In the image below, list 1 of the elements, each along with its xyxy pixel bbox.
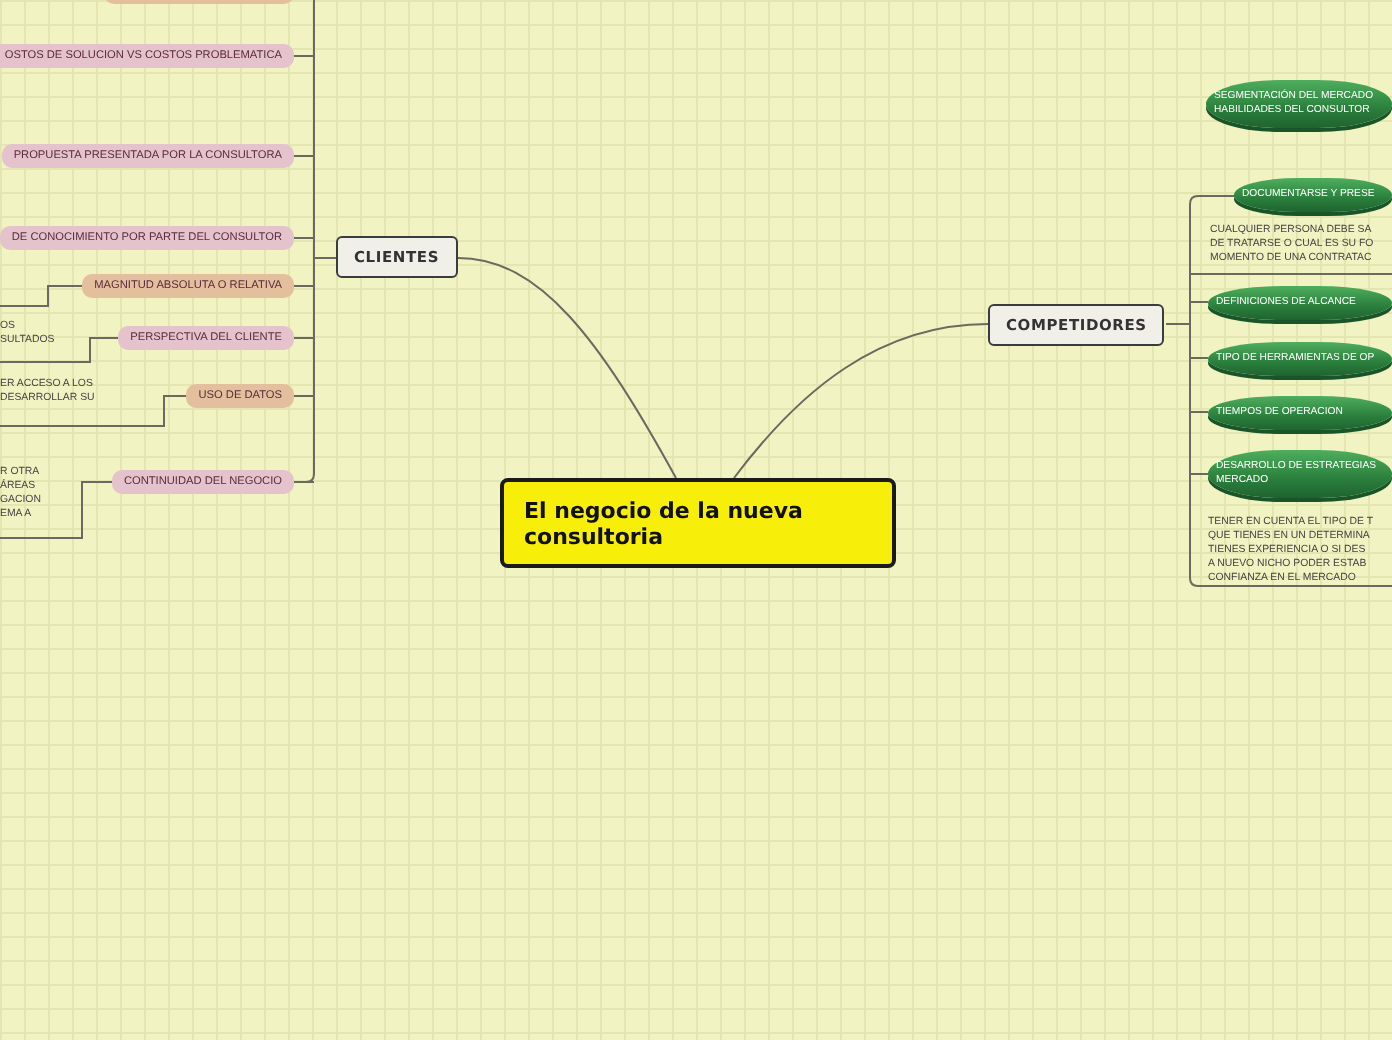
central-topic: El negocio de la nueva consultoria bbox=[500, 478, 896, 568]
